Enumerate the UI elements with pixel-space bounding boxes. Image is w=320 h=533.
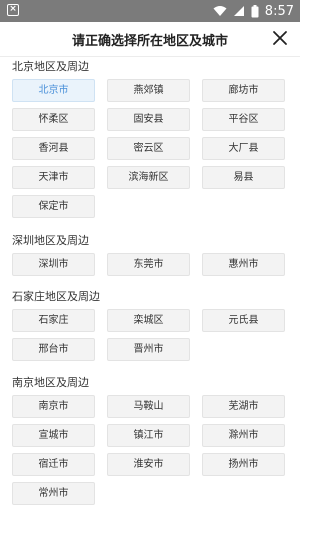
city-button[interactable]: 固安县: [107, 108, 190, 131]
city-button[interactable]: 深圳市: [12, 253, 95, 276]
section-title: 北京地区及周边: [12, 60, 89, 73]
city-button[interactable]: 栾城区: [107, 309, 190, 332]
city-button[interactable]: 宣城市: [12, 424, 95, 447]
city-button[interactable]: 大厂县: [202, 137, 285, 160]
header: 请正确选择所在地区及城市: [0, 22, 300, 57]
city-button[interactable]: 北京市: [12, 79, 95, 102]
city-button[interactable]: 邢台市: [12, 338, 95, 361]
city-button[interactable]: 惠州市: [202, 253, 285, 276]
status-icons: 8:57: [213, 2, 294, 20]
city-button[interactable]: 芜湖市: [202, 395, 285, 418]
battery-icon: [251, 4, 259, 17]
city-button[interactable]: 天津市: [12, 166, 95, 189]
status-bar: × 8:57: [0, 0, 300, 22]
city-button[interactable]: 扬州市: [202, 453, 285, 476]
city-button[interactable]: 燕郊镇: [107, 79, 190, 102]
city-button[interactable]: 石家庄: [12, 309, 95, 332]
x-box-icon: ×: [7, 4, 19, 16]
city-button[interactable]: 晋州市: [107, 338, 190, 361]
close-icon[interactable]: [270, 28, 290, 48]
city-button[interactable]: 东莞市: [107, 253, 190, 276]
city-button[interactable]: 南京市: [12, 395, 95, 418]
status-time: 8:57: [264, 3, 294, 19]
city-button[interactable]: 元氏县: [202, 309, 285, 332]
wifi-icon: [213, 6, 227, 16]
city-button[interactable]: 廊坊市: [202, 79, 285, 102]
signal-icon: [233, 6, 244, 16]
city-button[interactable]: 怀柔区: [12, 108, 95, 131]
city-button[interactable]: 滁州市: [202, 424, 285, 447]
section-title: 南京地区及周边: [12, 376, 89, 389]
city-button[interactable]: 马鞍山: [107, 395, 190, 418]
city-button[interactable]: 保定市: [12, 195, 95, 218]
city-button[interactable]: 宿迁市: [12, 453, 95, 476]
city-button[interactable]: 镇江市: [107, 424, 190, 447]
section-title: 石家庄地区及周边: [12, 290, 100, 303]
city-button[interactable]: 易县: [202, 166, 285, 189]
city-button[interactable]: 平谷区: [202, 108, 285, 131]
city-button[interactable]: 常州市: [12, 482, 95, 505]
page-title: 请正确选择所在地区及城市: [71, 34, 228, 49]
city-button[interactable]: 滨海新区: [107, 166, 190, 189]
city-button[interactable]: 淮安市: [107, 453, 190, 476]
city-button[interactable]: 密云区: [107, 137, 190, 160]
city-button[interactable]: 香河县: [12, 137, 95, 160]
section-title: 深圳地区及周边: [12, 234, 89, 247]
